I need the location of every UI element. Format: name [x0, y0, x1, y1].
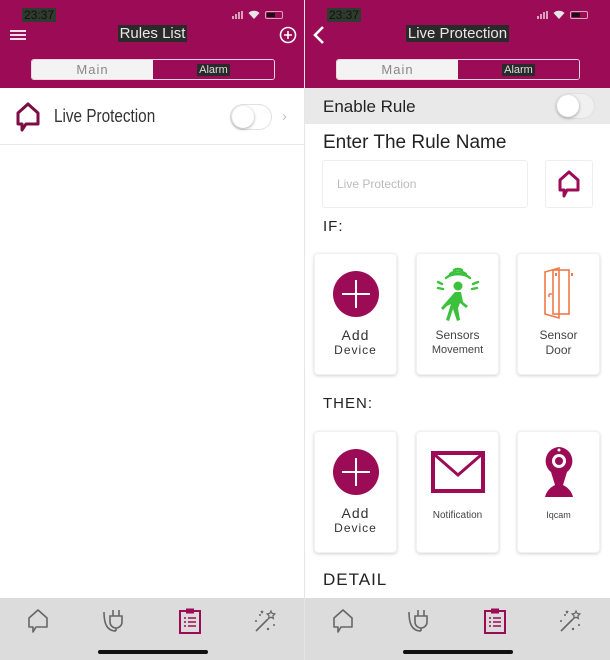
plus-circle-icon: [279, 26, 297, 44]
if-door-sensor-card[interactable]: Sensor Door: [517, 253, 600, 375]
clipboard-list-icon: [179, 608, 201, 634]
card-caption: Sensor Door: [539, 328, 578, 357]
then-notification-card[interactable]: Notification: [416, 431, 499, 553]
tab-rules[interactable]: [170, 604, 210, 638]
rule-name-field[interactable]: [322, 160, 528, 208]
if-add-device-card[interactable]: Add Device: [314, 253, 397, 375]
status-icons: [537, 10, 588, 19]
segment-control: Main Alarm: [336, 59, 580, 80]
toggle-knob: [232, 106, 254, 128]
app-header: 23:37 Live Protection Main Alarm: [305, 0, 610, 88]
add-rule-button[interactable]: [277, 24, 299, 46]
battery-icon: [570, 10, 588, 19]
card-caption: Sensors Movement: [431, 328, 484, 356]
enable-rule-label: Enable Rule: [323, 97, 416, 116]
rule-name: Live Protection: [54, 106, 156, 126]
tab-bar: [0, 598, 304, 660]
add-circle-icon: [332, 271, 379, 317]
rule-editor-screen: 23:37 Live Protection Main Alarm Enable …: [305, 0, 610, 660]
signal-icon: [232, 10, 243, 19]
tab-bar: [305, 598, 610, 660]
clipboard-list-icon: [484, 608, 506, 634]
then-label: THEN:: [323, 395, 373, 412]
segment-alarm[interactable]: Alarm: [458, 60, 579, 79]
ip-camera-icon: [544, 447, 573, 497]
envelope-icon: [430, 451, 485, 493]
if-label: IF:: [323, 218, 344, 235]
door-sensor-icon: [543, 266, 573, 320]
rule-toggle[interactable]: [230, 104, 272, 130]
then-add-device-card[interactable]: Add Device: [314, 431, 397, 553]
tab-devices[interactable]: [399, 604, 439, 638]
magic-wand-icon: [255, 609, 277, 632]
tab-home[interactable]: [18, 604, 58, 638]
detail-label: DETAIL: [323, 570, 388, 589]
card-caption: Add Device: [334, 505, 377, 536]
home-indicator: [403, 650, 513, 654]
page-title: Rules List: [117, 25, 188, 42]
plug-icon: [408, 610, 428, 632]
if-motion-sensor-card[interactable]: Sensors Movement: [416, 253, 499, 375]
then-ipcamera-card[interactable]: Iqcam: [517, 431, 600, 553]
status-time: 23:37: [22, 8, 57, 22]
tab-scenes[interactable]: [551, 604, 591, 638]
signal-icon: [537, 10, 548, 19]
enable-rule-row: Enable Rule: [305, 88, 610, 124]
tab-scenes[interactable]: [246, 604, 286, 638]
status-icons: [232, 10, 283, 19]
tab-home[interactable]: [323, 604, 363, 638]
home-bubble-icon: [333, 609, 353, 633]
magic-wand-icon: [560, 609, 582, 632]
page-title: Live Protection: [405, 25, 510, 42]
home-bubble-icon: [558, 170, 580, 198]
rule-name-input[interactable]: [323, 161, 527, 207]
wifi-icon: [553, 10, 565, 19]
motion-sensor-icon: [436, 267, 479, 321]
home-indicator: [98, 650, 208, 654]
segment-alarm[interactable]: Alarm: [153, 60, 274, 79]
card-caption: Iqcam: [546, 510, 571, 520]
segment-main[interactable]: Main: [337, 60, 458, 79]
home-bubble-icon: [28, 609, 48, 633]
segment-control: Main Alarm: [31, 59, 275, 80]
rule-list-item[interactable]: Live Protection ›: [0, 88, 304, 145]
tab-devices[interactable]: [94, 604, 134, 638]
rules-list-screen: 23:37 Rules List Main Alarm Live Protect…: [0, 0, 305, 660]
app-header: 23:37 Rules List Main Alarm: [0, 0, 304, 88]
rule-name-heading: Enter The Rule Name: [323, 132, 507, 153]
home-bubble-icon: [16, 102, 40, 132]
enable-rule-toggle[interactable]: [555, 93, 595, 119]
card-caption: Add Device: [334, 327, 377, 358]
segment-main[interactable]: Main: [32, 60, 153, 79]
wifi-icon: [248, 10, 260, 19]
plug-icon: [103, 610, 123, 632]
chevron-right-icon: ›: [282, 108, 287, 125]
add-circle-icon: [332, 449, 379, 495]
rule-icon-picker[interactable]: [545, 160, 593, 208]
card-caption: Notification: [432, 510, 483, 521]
tab-rules[interactable]: [475, 604, 515, 638]
status-time: 23:37: [327, 8, 362, 22]
battery-icon: [265, 10, 283, 19]
toggle-knob: [557, 95, 579, 117]
